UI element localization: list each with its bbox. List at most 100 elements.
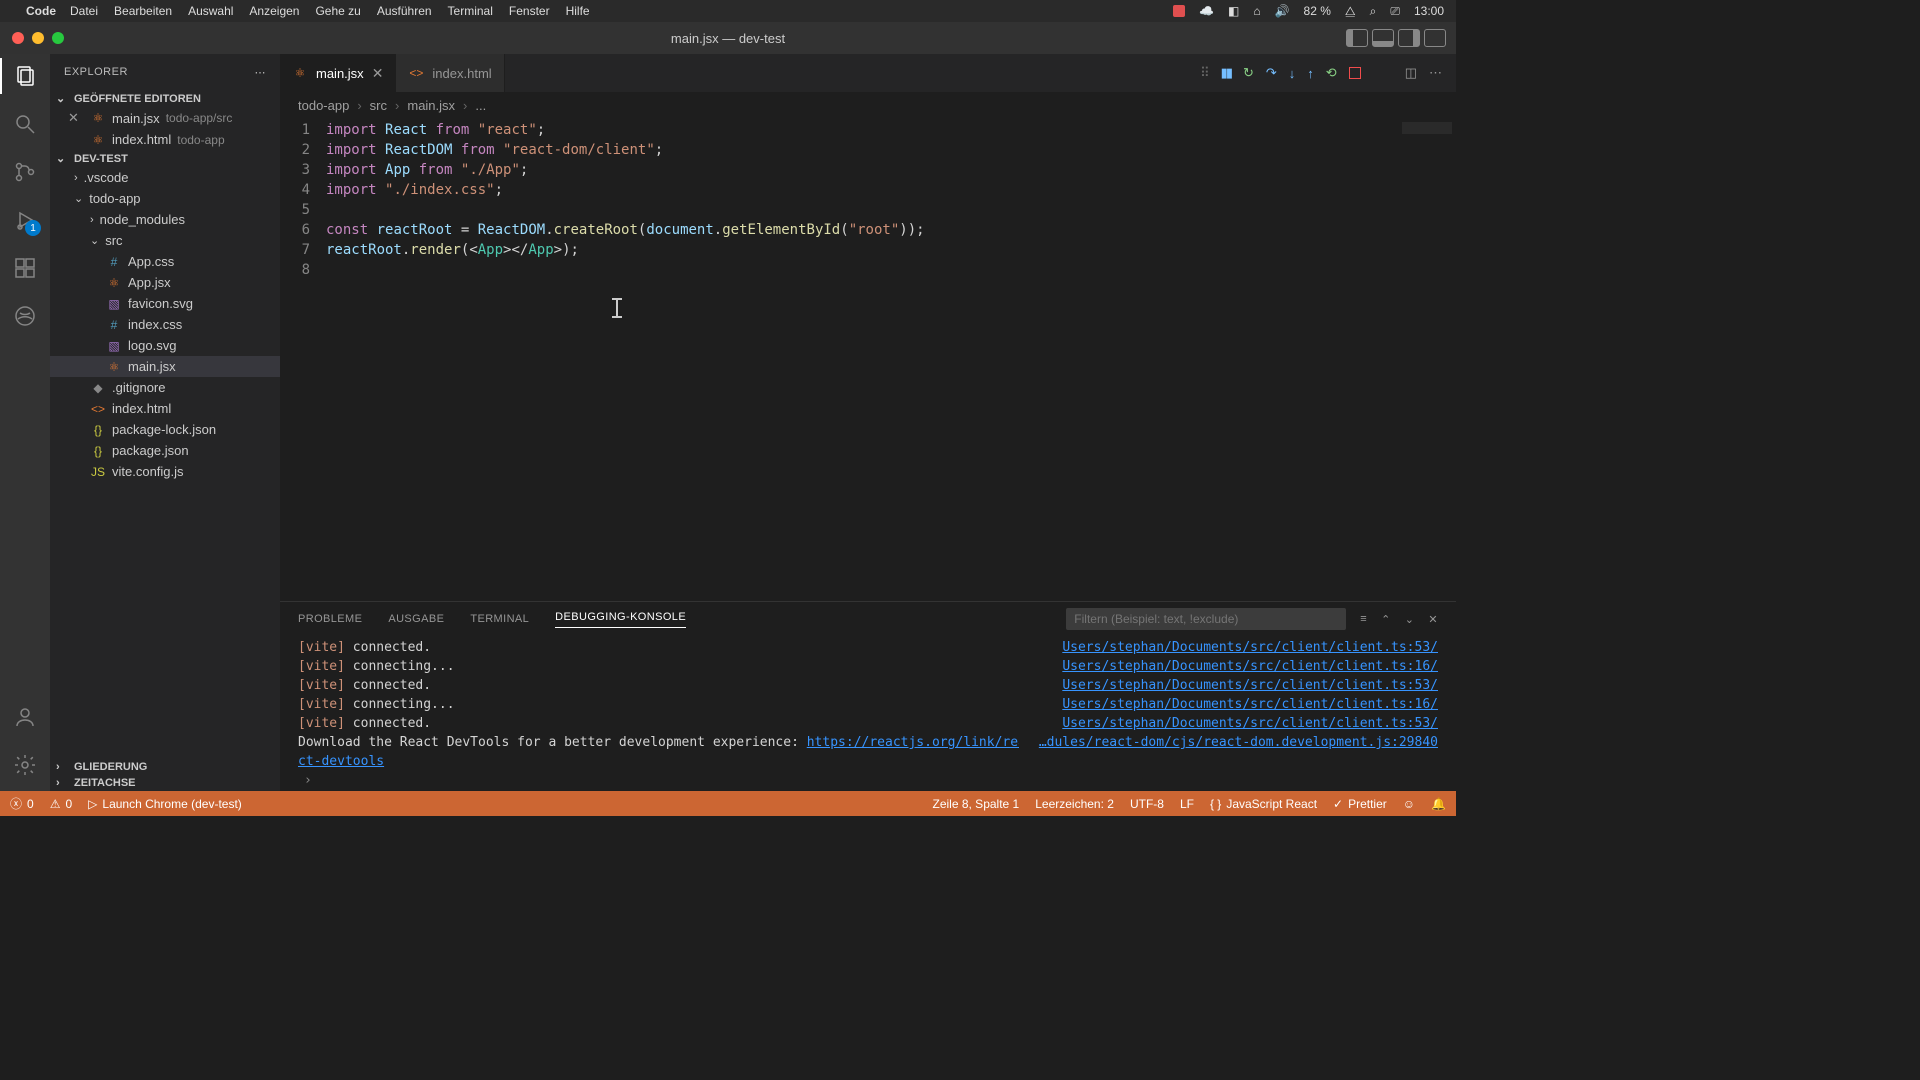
devtools-link[interactable]: https://reactjs.org/link/rea xyxy=(807,735,1019,750)
debug-reverse-button[interactable]: ⟲ xyxy=(1326,65,1337,81)
panel-close-icon[interactable]: ✕ xyxy=(1428,613,1438,626)
debug-console-input[interactable]: › xyxy=(298,771,1438,790)
activity-remote[interactable] xyxy=(11,302,39,330)
app-menu[interactable]: Code xyxy=(26,4,56,18)
status-language[interactable]: { } JavaScript React xyxy=(1210,797,1317,811)
panel-filter-input[interactable] xyxy=(1066,608,1346,630)
code-editor[interactable]: 12345678 import React from "react";impor… xyxy=(280,118,1456,601)
macos-menu-item[interactable]: Terminal xyxy=(448,4,493,18)
debug-pause-button[interactable]: ▮▮ xyxy=(1221,65,1231,81)
status-encoding[interactable]: UTF-8 xyxy=(1130,797,1164,811)
debug-drag-icon[interactable]: ⠿ xyxy=(1200,65,1209,81)
status-bell-icon[interactable]: 🔔 xyxy=(1431,797,1446,811)
menubar-wifi-icon[interactable]: ⧋ xyxy=(1345,4,1356,19)
menubar-control-center-icon[interactable]: ⎚ xyxy=(1390,4,1400,19)
source-link[interactable]: …dules/react-dom/cjs/react-dom.developme… xyxy=(1019,733,1438,752)
tree-item[interactable]: {}package-lock.json xyxy=(50,419,280,440)
explorer-more-icon[interactable]: ⋯ xyxy=(255,66,267,79)
menubar-dropbox-icon[interactable]: ⌂ xyxy=(1253,4,1260,18)
toggle-secondary-sidebar[interactable] xyxy=(1398,29,1420,47)
activity-run-debug[interactable]: 1 xyxy=(11,206,39,234)
menubar-search-icon[interactable]: ⌕ xyxy=(1370,4,1377,19)
editor-tab[interactable]: ⚛ main.jsx ✕ xyxy=(280,54,396,92)
source-link[interactable]: Users/stephan/Documents/src/client/clien… xyxy=(1042,638,1438,657)
source-link[interactable]: Users/stephan/Documents/src/client/clien… xyxy=(1042,676,1438,695)
open-editor-item[interactable]: ⚛ index.html todo-app xyxy=(50,129,280,150)
macos-menu-item[interactable]: Gehe zu xyxy=(315,4,360,18)
breadcrumb-item[interactable]: todo-app xyxy=(298,98,349,113)
activity-explorer[interactable] xyxy=(11,62,39,90)
debug-stop-button[interactable] xyxy=(1349,67,1361,79)
debug-step-out-button[interactable]: ↑ xyxy=(1307,66,1314,81)
split-editor-button[interactable]: ◫ xyxy=(1405,65,1417,81)
status-cursor-position[interactable]: Zeile 8, Spalte 1 xyxy=(933,797,1020,811)
tree-item[interactable]: #App.css xyxy=(50,251,280,272)
tree-item[interactable]: <>index.html xyxy=(50,398,280,419)
status-indentation[interactable]: Leerzeichen: 2 xyxy=(1035,797,1114,811)
breadcrumb-item[interactable]: main.jsx xyxy=(407,98,455,113)
macos-menu-item[interactable]: Datei xyxy=(70,4,98,18)
source-link[interactable]: Users/stephan/Documents/src/client/clien… xyxy=(1042,657,1438,676)
editor-tab[interactable]: <> index.html xyxy=(396,54,504,92)
close-icon[interactable]: ✕ xyxy=(372,65,384,82)
window-minimize[interactable] xyxy=(32,32,44,44)
breadcrumb-item[interactable]: ... xyxy=(475,98,486,113)
tree-item[interactable]: ›node_modules xyxy=(50,209,280,230)
tree-item[interactable]: ▧favicon.svg xyxy=(50,293,280,314)
status-warnings[interactable]: ⚠ 0 xyxy=(50,797,72,811)
window-close[interactable] xyxy=(12,32,24,44)
tree-item[interactable]: ⌄todo-app xyxy=(50,188,280,209)
debug-restart-button[interactable]: ↻ xyxy=(1243,65,1254,81)
panel-tab-debug-console[interactable]: DEBUGGING-KONSOLE xyxy=(555,611,686,628)
panel-filter-settings-icon[interactable]: ≡ xyxy=(1360,613,1367,625)
macos-menu-item[interactable]: Fenster xyxy=(509,4,550,18)
macos-menu-item[interactable]: Hilfe xyxy=(566,4,590,18)
panel-tab-problems[interactable]: PROBLEME xyxy=(298,613,362,625)
macos-menu-item[interactable]: Ausführen xyxy=(377,4,432,18)
tree-item[interactable]: ›.vscode xyxy=(50,167,280,188)
minimap[interactable] xyxy=(1396,118,1456,601)
window-zoom[interactable] xyxy=(52,32,64,44)
activity-search[interactable] xyxy=(11,110,39,138)
macos-menu-item[interactable]: Bearbeiten xyxy=(114,4,172,18)
timeline-header[interactable]: › ZEITACHSE xyxy=(50,775,280,791)
activity-accounts[interactable] xyxy=(11,703,39,731)
project-header[interactable]: ⌄ DEV-TEST xyxy=(50,150,280,167)
macos-menu-item[interactable]: Anzeigen xyxy=(249,4,299,18)
panel-chevron-down-icon[interactable]: ⌄ xyxy=(1405,613,1415,626)
tree-item[interactable]: #index.css xyxy=(50,314,280,335)
breadcrumb-item[interactable]: src xyxy=(370,98,387,113)
macos-menu-item[interactable]: Auswahl xyxy=(188,4,233,18)
debug-console-output[interactable]: [vite] connected.Users/stephan/Documents… xyxy=(280,636,1456,791)
panel-tab-terminal[interactable]: TERMINAL xyxy=(470,613,529,625)
activity-source-control[interactable] xyxy=(11,158,39,186)
tree-item[interactable]: ⌄src xyxy=(50,230,280,251)
menubar-battery[interactable]: 82 % xyxy=(1304,4,1331,18)
panel-tab-output[interactable]: AUSGABE xyxy=(388,613,444,625)
breadcrumb[interactable]: todo-app›src›main.jsx›... xyxy=(280,92,1456,118)
status-eol[interactable]: LF xyxy=(1180,797,1194,811)
source-link[interactable]: Users/stephan/Documents/src/client/clien… xyxy=(1042,695,1438,714)
activity-settings[interactable] xyxy=(11,751,39,779)
menubar-clock[interactable]: 13:00 xyxy=(1414,4,1444,18)
tree-item[interactable]: ⚛main.jsx xyxy=(50,356,280,377)
activity-extensions[interactable] xyxy=(11,254,39,282)
source-link[interactable]: Users/stephan/Documents/src/client/clien… xyxy=(1042,714,1438,733)
status-errors[interactable]: ⓧ 0 xyxy=(10,795,34,812)
status-feedback-icon[interactable]: ☺ xyxy=(1403,797,1415,811)
menubar-app-icon[interactable]: ◧ xyxy=(1228,4,1239,18)
open-editor-item[interactable]: ✕ ⚛ main.jsx todo-app/src xyxy=(50,107,280,129)
menubar-emoji-icon[interactable]: ☁️ xyxy=(1199,4,1214,18)
status-launch-config[interactable]: ▷ Launch Chrome (dev-test) xyxy=(88,797,242,811)
tree-item[interactable]: ⚛App.jsx xyxy=(50,272,280,293)
tree-item[interactable]: ◆.gitignore xyxy=(50,377,280,398)
close-icon[interactable]: ✕ xyxy=(68,110,84,126)
outline-header[interactable]: › GLIEDERUNG xyxy=(50,759,280,775)
tree-item[interactable]: {}package.json xyxy=(50,440,280,461)
tree-item[interactable]: JSvite.config.js xyxy=(50,461,280,482)
status-prettier[interactable]: ✓ Prettier xyxy=(1333,797,1387,811)
debug-step-into-button[interactable]: ↓ xyxy=(1289,66,1296,81)
toggle-panel[interactable] xyxy=(1372,29,1394,47)
panel-maximize-icon[interactable]: ⌃ xyxy=(1381,613,1391,626)
customize-layout[interactable] xyxy=(1424,29,1446,47)
